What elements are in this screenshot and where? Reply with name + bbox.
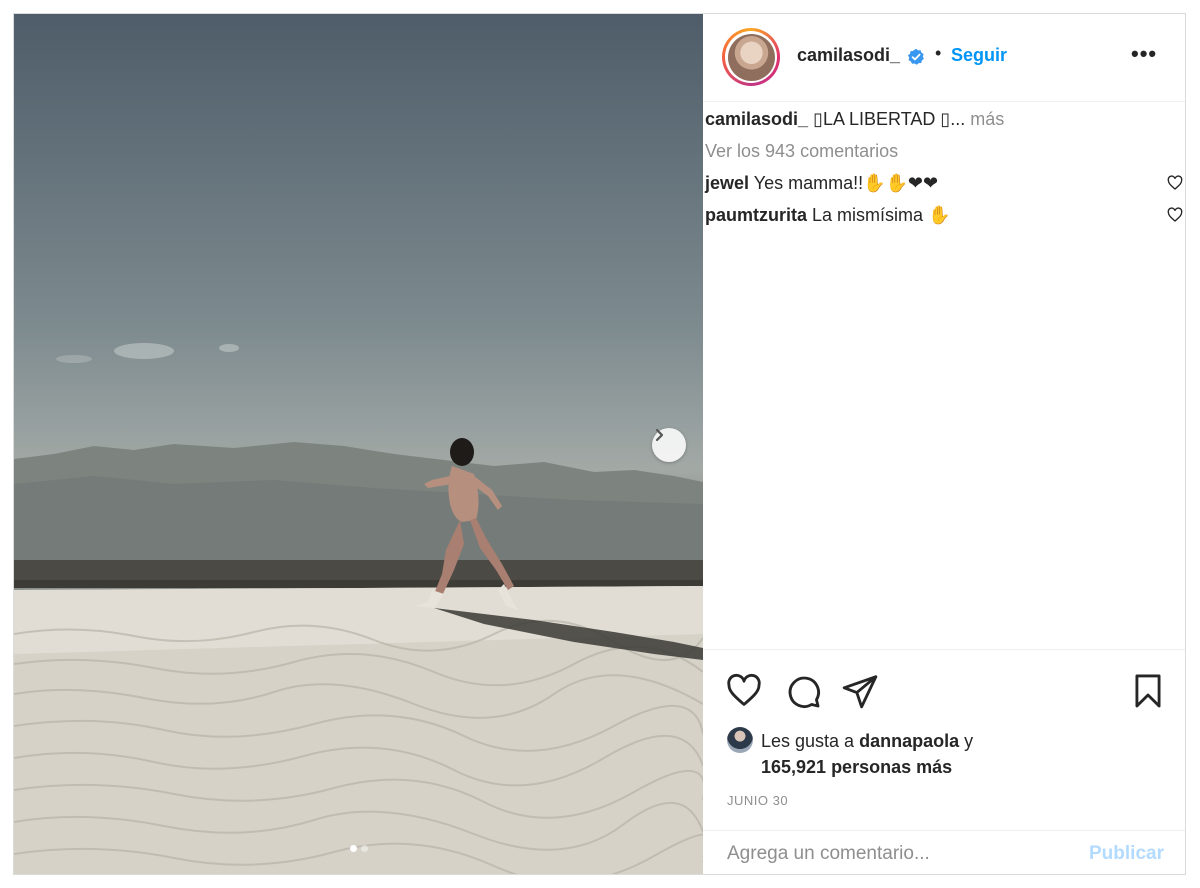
avatar	[727, 33, 775, 81]
like-heart-icon[interactable]	[725, 672, 763, 710]
carousel-next-button[interactable]	[652, 428, 686, 462]
comment-text: La mismísima ✋	[812, 205, 951, 225]
instagram-post: camilasodi_ • Seguir ••• camilasodi_ ▯LA…	[13, 13, 1186, 875]
view-all-comments-link[interactable]: Ver los 943 comentarios	[705, 135, 1183, 167]
caption-username[interactable]: camilasodi_	[705, 109, 808, 129]
comment-like-heart-icon[interactable]	[1167, 207, 1183, 223]
likes-prefix: Les gusta a	[761, 731, 855, 751]
follow-button[interactable]: Seguir	[951, 45, 1007, 66]
likes-count-link[interactable]: 165,921 personas más	[761, 757, 952, 777]
caption: camilasodi_ ▯LA LIBERTAD ▯... más	[705, 103, 1183, 135]
publish-button[interactable]: Publicar	[1089, 843, 1164, 865]
caption-more-link[interactable]: más	[970, 109, 1004, 129]
story-ring[interactable]	[722, 28, 780, 86]
post-header: camilasodi_ • Seguir •••	[703, 14, 1185, 102]
liker-username[interactable]: dannapaola	[859, 731, 959, 751]
comment-bubble-icon[interactable]	[784, 672, 822, 710]
caption-text: ▯LA LIBERTAD ▯...	[813, 109, 966, 129]
verified-badge-icon	[908, 48, 924, 65]
carousel-dot	[360, 845, 368, 852]
comments-list: camilasodi_ ▯LA LIBERTAD ▯... más Ver lo…	[705, 103, 1183, 231]
desert-scene-illustration	[14, 343, 703, 874]
author-username[interactable]: camilasodi_	[797, 45, 900, 66]
comment-like-heart-icon[interactable]	[1167, 175, 1183, 191]
save-bookmark-icon[interactable]	[1129, 672, 1167, 710]
post-photo[interactable]	[14, 14, 703, 874]
comment-item: paumtzurita La mismísima ✋	[705, 199, 1183, 231]
add-comment-form: Publicar	[703, 830, 1185, 875]
separator-dot: •	[935, 43, 942, 63]
post-actions-bar	[703, 649, 1185, 731]
carousel-dot-active	[349, 845, 357, 852]
post-date[interactable]: JUNIO 30	[727, 793, 788, 808]
comment-input[interactable]	[725, 839, 1059, 869]
likes-conjunction: y	[964, 731, 974, 751]
more-options-icon[interactable]: •••	[1131, 41, 1157, 67]
comment-username[interactable]: paumtzurita	[705, 205, 807, 225]
liker-avatar[interactable]	[727, 727, 753, 753]
chevron-right-icon	[655, 428, 664, 442]
comment-username[interactable]: jewel	[705, 173, 749, 193]
comment-item: jewel Yes mamma!!✋✋❤❤	[705, 167, 1183, 199]
share-paper-plane-icon[interactable]	[841, 672, 879, 710]
comment-text: Yes mamma!!✋✋❤❤	[753, 173, 939, 193]
post-side-panel: camilasodi_ • Seguir ••• camilasodi_ ▯LA…	[703, 14, 1185, 874]
carousel-indicator	[14, 845, 703, 852]
